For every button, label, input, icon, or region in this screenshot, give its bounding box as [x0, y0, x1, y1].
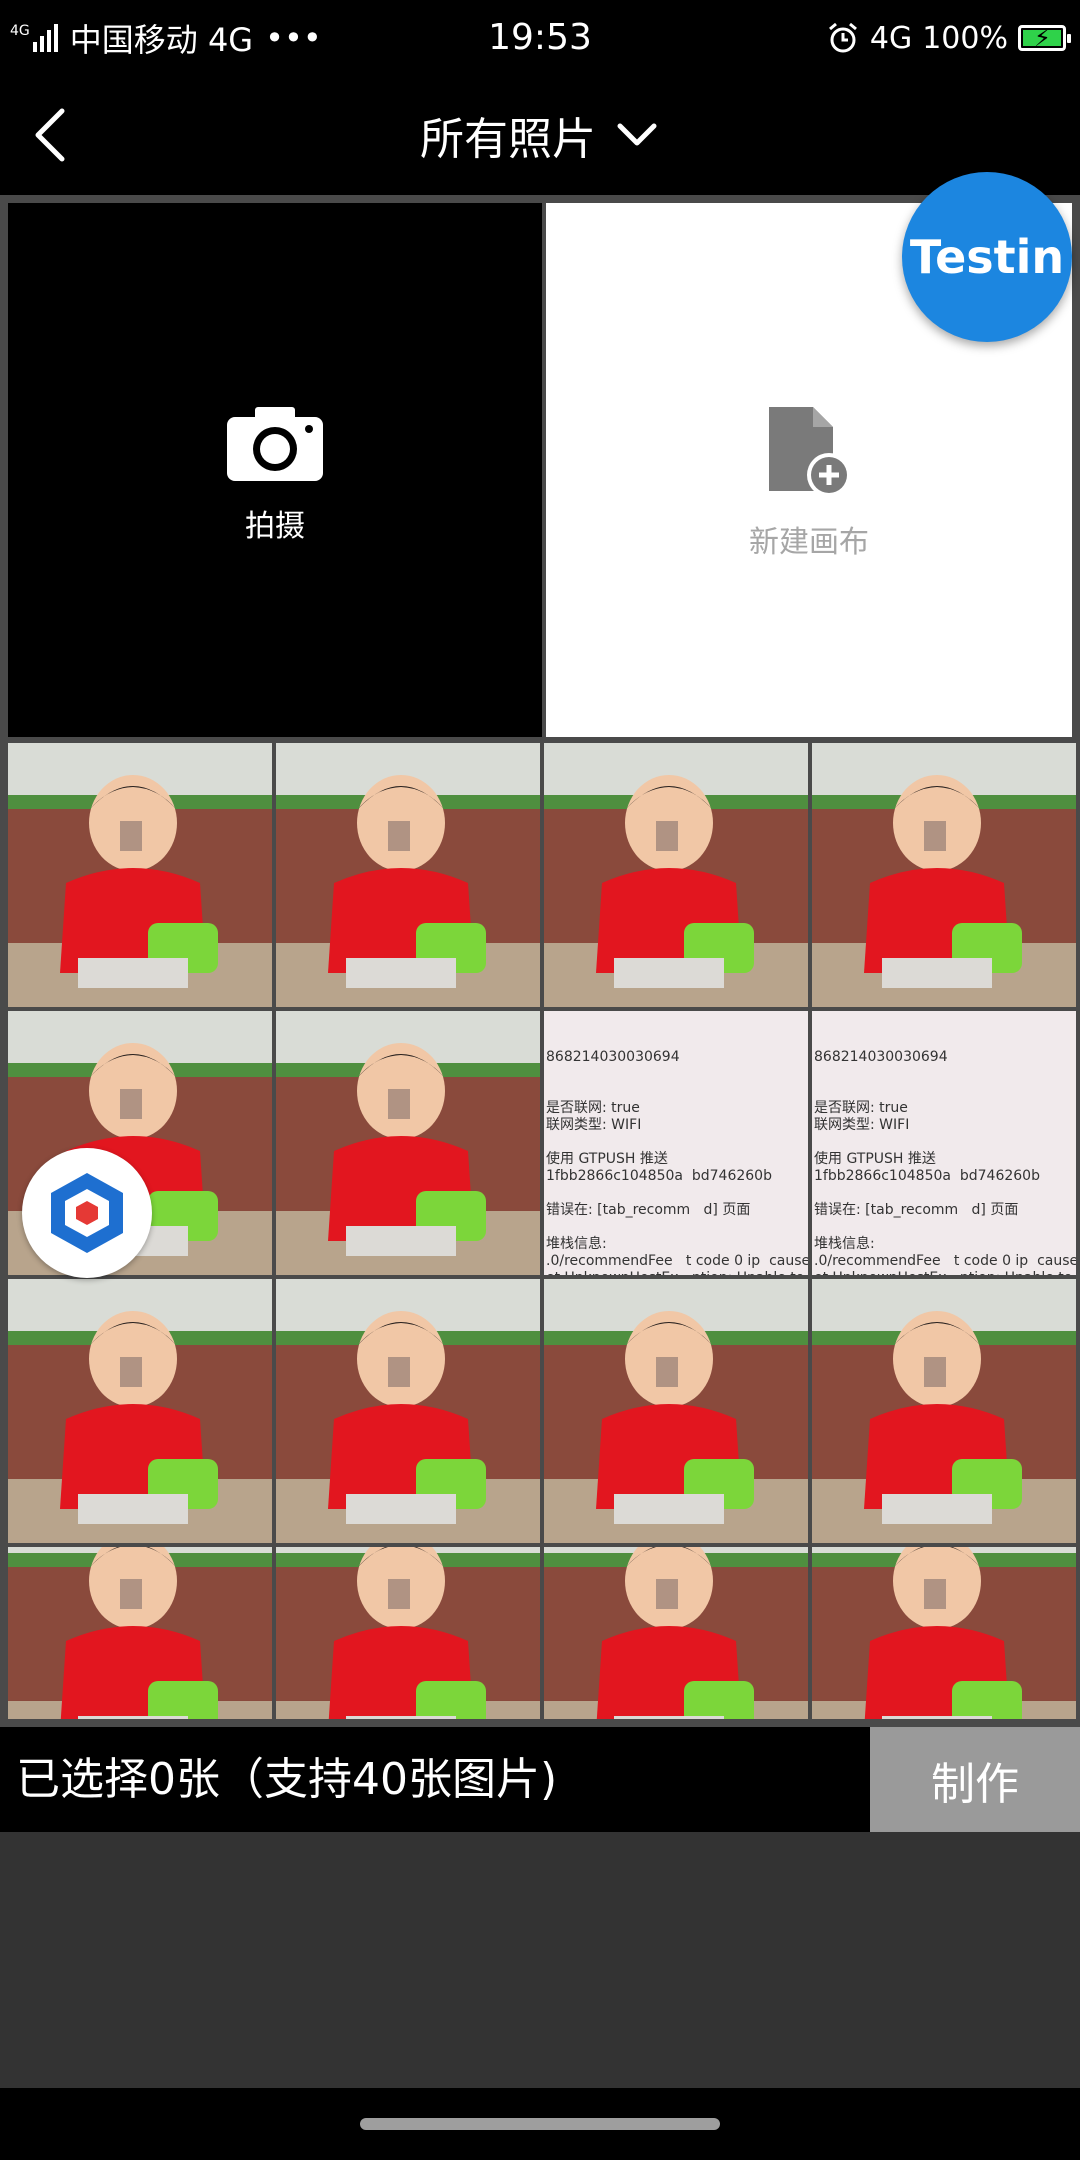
battery-charging-icon: ⚡ — [1018, 24, 1071, 52]
camera-icon — [227, 407, 323, 481]
network-label: 4G — [869, 20, 913, 56]
page-title: 所有照片 — [420, 114, 596, 165]
photo-thumbnail[interactable] — [812, 743, 1076, 1007]
camera-tile[interactable]: 拍摄 — [8, 203, 542, 737]
assistive-bubble[interactable] — [22, 1148, 152, 1278]
testin-label: Testin — [909, 230, 1065, 284]
hexagon-icon — [51, 1173, 123, 1253]
status-right: 4G 100% ⚡ — [826, 14, 1071, 62]
status-bar: 4G 中国移动 4G ••• 19:53 4G 100% ⚡ — [0, 0, 1080, 75]
new-canvas-label: 新建画布 — [749, 525, 869, 560]
alarm-icon — [828, 22, 857, 53]
photo-thumbnail[interactable] — [544, 1279, 808, 1543]
photo-thumbnail[interactable] — [812, 1547, 1076, 1719]
screenshot-id: 868214030030694 — [546, 1049, 680, 1065]
album-selector[interactable]: 所有照片 — [0, 105, 1080, 165]
photo-thumbnail[interactable] — [276, 1011, 540, 1275]
photo-thumbnail[interactable] — [8, 1279, 272, 1543]
home-indicator[interactable] — [360, 2118, 720, 2130]
photo-thumbnail[interactable] — [276, 1279, 540, 1543]
nav-bar: 所有照片 — [0, 75, 1080, 195]
selection-count: 已选择0张（支持40张图片) — [16, 1754, 558, 1805]
photo-thumbnail[interactable] — [276, 1547, 540, 1719]
chevron-down-icon — [617, 123, 657, 146]
screenshot-log: 是否联网: true 联网类型: WIFI 使用 GTPUSH 推送 1fbb2… — [814, 1100, 1076, 1275]
photo-thumbnail[interactable] — [544, 743, 808, 1007]
photo-thumbnail[interactable] — [812, 1279, 1076, 1543]
battery-percent: 100% — [922, 20, 1008, 56]
make-button[interactable]: 制作 — [870, 1727, 1080, 1832]
photo-thumbnail[interactable] — [544, 1547, 808, 1719]
bottom-bar: 已选择0张（支持40张图片) 制作 — [0, 1727, 1080, 1832]
new-file-icon — [769, 407, 851, 497]
photo-thumbnail[interactable] — [8, 743, 272, 1007]
screenshot-thumbnail[interactable]: 868214030030694 是否联网: true 联网类型: WIFI 使用… — [812, 1011, 1076, 1275]
screenshot-id: 868214030030694 — [814, 1049, 948, 1065]
photo-thumbnail[interactable] — [276, 743, 540, 1007]
photo-thumbnail[interactable] — [8, 1547, 272, 1719]
screenshot-log: 是否联网: true 联网类型: WIFI 使用 GTPUSH 推送 1fbb2… — [546, 1100, 808, 1275]
testin-floating-button[interactable]: Testin — [902, 172, 1072, 342]
screenshot-thumbnail[interactable]: 868214030030694 是否联网: true 联网类型: WIFI 使用… — [544, 1011, 808, 1275]
photo-grid: 拍摄 新建画布 868214030030694 是否联网: true 联网类型:… — [0, 195, 1080, 1727]
camera-label: 拍摄 — [245, 509, 305, 544]
